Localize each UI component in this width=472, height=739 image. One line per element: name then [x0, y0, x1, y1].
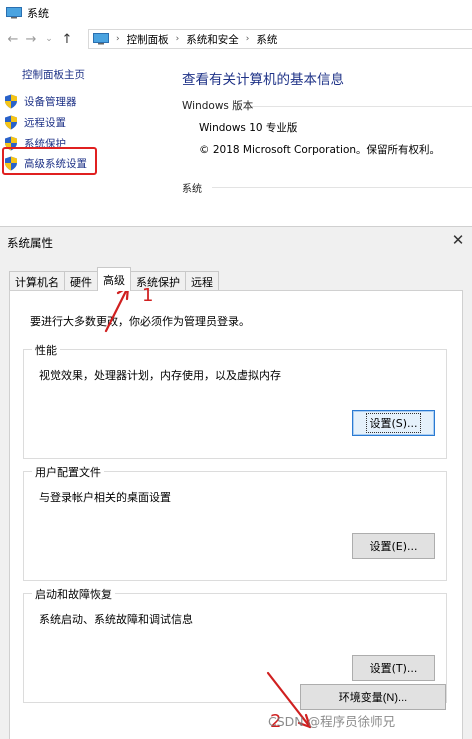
- divider: [212, 187, 472, 188]
- breadcrumb[interactable]: › 控制面板 › 系统和安全 › 系统: [88, 29, 472, 49]
- page-title: 查看有关计算机的基本信息: [182, 72, 344, 88]
- performance-group: 性能 视觉效果，处理器计划，内存使用，以及虚拟内存 设置(S)...: [23, 342, 447, 459]
- tab-advanced[interactable]: 高级: [97, 267, 131, 291]
- shield-icon: [5, 115, 17, 129]
- startup-recovery-settings-label: 设置(T)...: [369, 662, 418, 675]
- tab-strip: 计算机名 硬件 高级 系统保护 远程: [9, 267, 219, 291]
- close-icon[interactable]: ✕: [450, 232, 466, 248]
- device-manager-label: 设备管理器: [24, 95, 77, 108]
- performance-settings-button[interactable]: 设置(S)...: [352, 410, 435, 436]
- environment-variables-label: 环境变量(N)...: [338, 692, 408, 704]
- control-panel-icon: [93, 33, 109, 45]
- user-profiles-group-label: 用户配置文件: [32, 464, 104, 480]
- back-arrow-icon[interactable]: ←: [4, 30, 22, 48]
- user-profiles-settings-button[interactable]: 设置(E)...: [352, 533, 435, 559]
- breadcrumb-system-security[interactable]: 系统和安全: [186, 32, 239, 47]
- copyright-text: © 2018 Microsoft Corporation。保留所有权利。: [199, 144, 441, 156]
- dialog-title: 系统属性: [7, 236, 53, 250]
- remote-settings-label: 远程设置: [24, 116, 66, 129]
- forward-arrow-icon[interactable]: →: [22, 30, 40, 48]
- remote-settings-link[interactable]: 远程设置: [4, 113, 66, 131]
- startup-recovery-description: 系统启动、系统故障和调试信息: [39, 613, 193, 626]
- startup-recovery-settings-button[interactable]: 设置(T)...: [352, 655, 435, 681]
- breadcrumb-system[interactable]: 系统: [256, 32, 277, 47]
- breadcrumb-control-panel[interactable]: 控制面板: [127, 32, 169, 47]
- performance-description: 视觉效果，处理器计划，内存使用，以及虚拟内存: [39, 369, 281, 382]
- annotation-step-1: 1: [142, 285, 154, 306]
- up-arrow-icon[interactable]: ↑: [58, 30, 76, 48]
- system-icon: [6, 7, 22, 19]
- startup-recovery-group-label: 启动和故障恢复: [32, 586, 115, 602]
- system-window: 系统 ← → ⌄ ↑ › 控制面板 › 系统和安全 › 系统 控制面板主页 设备…: [0, 0, 472, 222]
- highlight-annotation-box: [2, 147, 97, 175]
- performance-group-label: 性能: [32, 342, 60, 358]
- chevron-down-icon[interactable]: ⌄: [40, 30, 58, 48]
- left-nav-pane: 控制面板主页 设备管理器 远程设置 系统保护 高级系统设置: [0, 55, 172, 222]
- breadcrumb-separator-icon: ›: [116, 34, 120, 44]
- main-pane: 查看有关计算机的基本信息 Windows 版本 Windows 10 专业版 ©…: [182, 55, 472, 222]
- system-section-header: 系统: [182, 184, 202, 195]
- advanced-tab-panel: 要进行大多数更改，你必须作为管理员登录。 性能 视觉效果，处理器计划，内存使用，…: [9, 290, 463, 739]
- windows-edition-value: Windows 10 专业版: [199, 122, 298, 134]
- tab-hardware[interactable]: 硬件: [64, 271, 98, 291]
- breadcrumb-separator-icon: ›: [175, 34, 180, 44]
- device-manager-link[interactable]: 设备管理器: [4, 92, 77, 110]
- control-panel-home-link[interactable]: 控制面板主页: [22, 67, 85, 82]
- system-properties-dialog: 系统属性 ✕ 计算机名 硬件 高级 系统保护 远程 要进行大多数更改，你必须作为…: [0, 226, 472, 739]
- window-title: 系统: [27, 7, 49, 20]
- shield-icon: [5, 94, 17, 108]
- tab-computer-name[interactable]: 计算机名: [9, 271, 65, 291]
- windows-edition-header: Windows 版本: [182, 100, 254, 112]
- user-profiles-settings-label: 设置(E)...: [369, 540, 418, 553]
- user-profiles-group: 用户配置文件 与登录帐户相关的桌面设置 设置(E)...: [23, 464, 447, 581]
- tab-remote[interactable]: 远程: [185, 271, 219, 291]
- breadcrumb-separator-icon: ›: [245, 34, 250, 44]
- user-profiles-description: 与登录帐户相关的桌面设置: [39, 491, 171, 504]
- performance-settings-label: 设置(S)...: [366, 413, 421, 433]
- divider: [252, 106, 472, 107]
- watermark: CSDN @程序员徐师兄: [268, 714, 396, 729]
- admin-note: 要进行大多数更改，你必须作为管理员登录。: [30, 315, 250, 328]
- window-titlebar: 系统: [0, 0, 472, 26]
- address-bar: ← → ⌄ ↑ › 控制面板 › 系统和安全 › 系统: [0, 27, 472, 51]
